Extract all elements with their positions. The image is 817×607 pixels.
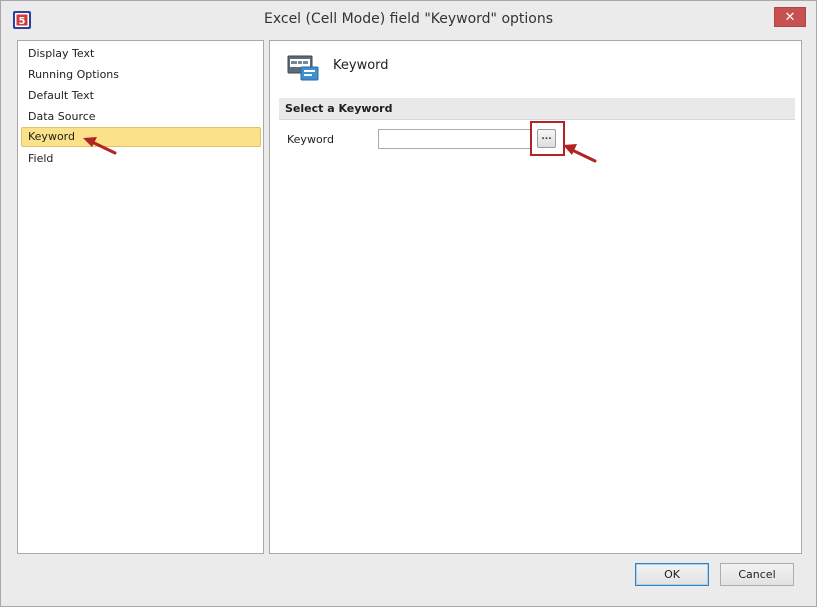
keyword-input[interactable]	[378, 129, 531, 149]
keyword-label: Keyword	[287, 133, 334, 146]
cancel-button[interactable]: Cancel	[720, 563, 794, 586]
browse-keyword-button[interactable]: ...	[537, 129, 556, 148]
page-title: Keyword	[333, 58, 389, 73]
sidebar-item-keyword[interactable]: Keyword	[21, 127, 261, 147]
close-button[interactable]: ✕	[774, 7, 806, 27]
options-content-panel: Keyword Select a Keyword Keyword ...	[269, 40, 802, 554]
options-dialog: 5 Excel (Cell Mode) field "Keyword" opti…	[0, 0, 817, 607]
section-header: Select a Keyword	[279, 98, 795, 120]
sidebar-item-field[interactable]: Field	[21, 149, 261, 169]
sidebar-item-display-text[interactable]: Display Text	[21, 44, 261, 64]
options-category-list: Display Text Running Options Default Tex…	[17, 40, 264, 554]
sidebar-item-running-options[interactable]: Running Options	[21, 65, 261, 85]
sidebar-item-default-text[interactable]: Default Text	[21, 86, 261, 106]
window-title: Excel (Cell Mode) field "Keyword" option…	[263, 11, 554, 27]
keyword-field-icon	[287, 55, 319, 81]
sidebar-item-data-source[interactable]: Data Source	[21, 107, 261, 127]
title-bar: 5 Excel (Cell Mode) field "Keyword" opti…	[1, 1, 816, 39]
ok-button[interactable]: OK	[635, 563, 709, 586]
